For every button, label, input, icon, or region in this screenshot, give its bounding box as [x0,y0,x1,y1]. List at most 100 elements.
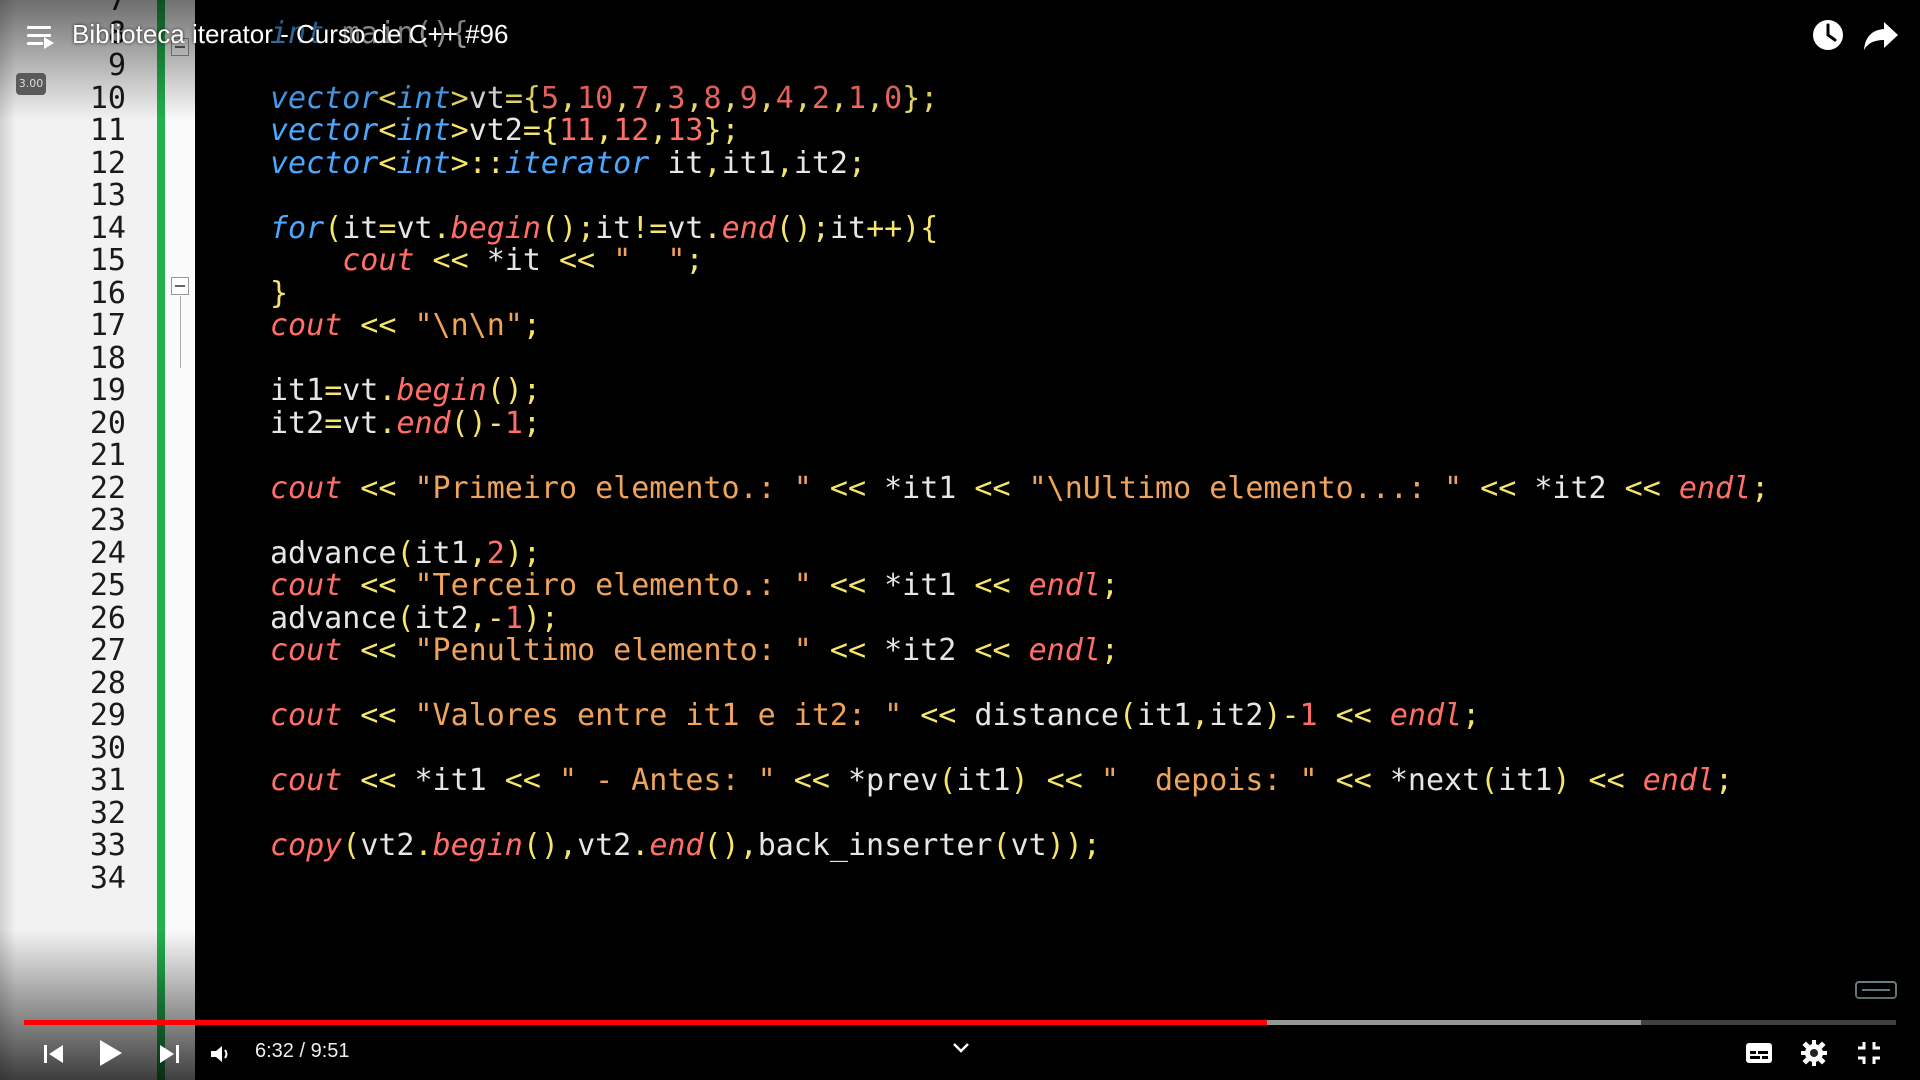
code-token: ( [992,828,1011,863]
subtitles-icon[interactable] [1745,1040,1773,1066]
line-number: 30 [89,730,126,766]
code-token: *it1 [884,470,957,506]
code-token: (), [522,828,578,863]
code-token: endl [1028,633,1101,668]
code-token: it [342,210,379,246]
code-token: << [1606,470,1679,506]
skip-next-icon[interactable] [157,1042,181,1066]
code-token: " - Antes: " [559,763,776,798]
code-token: *next [1389,763,1481,798]
code-line: advance(it2,-1); [270,601,559,636]
code-token: ( [342,828,361,863]
code-line: for(it=vt.begin();it!=vt.end();it++){ [270,211,938,246]
line-number: 21 [89,438,126,473]
line-number: 25 [89,568,126,603]
code-token: vt [667,210,704,246]
code-token: ; [1751,470,1770,506]
code-line: cout << *it << " "; [270,243,704,278]
code-token: vt [342,373,379,408]
code-token: end [396,405,451,441]
code-token: vt2 [360,828,415,863]
exit-fullscreen-icon[interactable] [1856,1040,1882,1066]
code-token: << [342,470,415,506]
line-number: 22 [89,470,126,506]
code-token: } [270,275,289,311]
line-number: 16 [89,275,126,311]
code-line: cout << "Penultimo elemento: " << *it2 <… [270,633,1119,668]
code-token: begin [396,373,487,408]
code-token: it1 [270,373,325,408]
share-arrow-icon[interactable] [1862,18,1900,54]
video-title[interactable]: Biblioteca iterator - Curso de C++ #96 [72,19,508,50]
code-token: it1 [956,763,1011,798]
code-token: vt [342,405,379,441]
code-token: ; [522,405,541,441]
code-line: cout << "Primeiro elemento.: " << *it1 <… [270,471,1769,506]
line-number: 18 [89,340,126,376]
time-display: 6:32 / 9:51 [255,1040,350,1063]
code-token: "Valores entre it1 e it2: " [414,698,903,733]
code-token: "\nUltimo elemento...: " [1028,470,1463,506]
line-number: 34 [89,860,126,896]
fold-toggle-icon [171,277,189,295]
speed-badge: 3.00 [16,73,46,95]
code-token: << [956,568,1029,603]
code-token: *it1 [884,568,957,603]
code-token: end [649,828,704,863]
chevron-down-icon[interactable] [950,1040,972,1056]
code-token: ; [685,243,704,278]
fold-guide [180,296,181,368]
code-token: it [595,210,632,246]
code-token: it [649,145,704,181]
line-number: 28 [89,665,126,701]
clock-icon[interactable] [1810,17,1846,53]
code-token: << [775,763,848,798]
code-token: vector [270,145,379,181]
line-number: 27 [89,633,126,668]
code-token: begin [450,210,541,246]
code-token: << [342,698,415,733]
code-token: < [378,145,397,181]
code-token: back_inserter [757,828,993,863]
progress-played[interactable] [24,1020,1267,1025]
line-number: 31 [89,763,126,798]
code-token: . [378,373,397,408]
code-token: << [342,308,415,343]
code-token: it1 [1136,698,1192,733]
code-token: advance [270,535,397,571]
code-token: , [775,145,794,181]
code-token: 1 [1299,698,1318,733]
line-number: 29 [89,698,126,733]
code-token: 2 [486,535,505,571]
volume-icon[interactable] [208,1042,232,1066]
playlist-menu-icon[interactable] [27,26,54,49]
code-token: << [342,633,415,668]
video-frame[interactable]: 7891011121314151617181920212223242526272… [0,0,1920,1080]
code-token: = [378,210,397,246]
line-number: 17 [89,308,126,343]
code-token: it [829,210,867,246]
time-separator: / [293,1040,311,1062]
code-line: vector<int>::iterator it,it1,it2; [270,146,866,181]
code-token: it2 [793,145,848,181]
code-token: << [1317,698,1390,733]
code-token: endl [1678,470,1752,506]
code-token: (); [775,210,830,246]
code-token: *it [486,243,541,278]
code-token: it2 [414,600,469,636]
gear-icon[interactable] [1800,1039,1828,1067]
code-token: ++){ [866,210,939,246]
code-token: cout [270,568,343,603]
code-token: it1 [414,535,469,571]
code-token: << [486,763,559,798]
code-line: cout << "Terceiro elemento.: " << *it1 <… [270,568,1119,603]
code-token: = [324,405,343,441]
code-token: ( [324,210,343,246]
code-token: << [956,470,1029,506]
code-token: (); [486,373,541,408]
skip-previous-icon[interactable] [42,1042,66,1066]
play-icon[interactable] [98,1038,124,1068]
code-line: it1=vt.begin(); [270,373,541,408]
code-token: endl [1642,763,1715,798]
code-token: for [270,210,325,246]
